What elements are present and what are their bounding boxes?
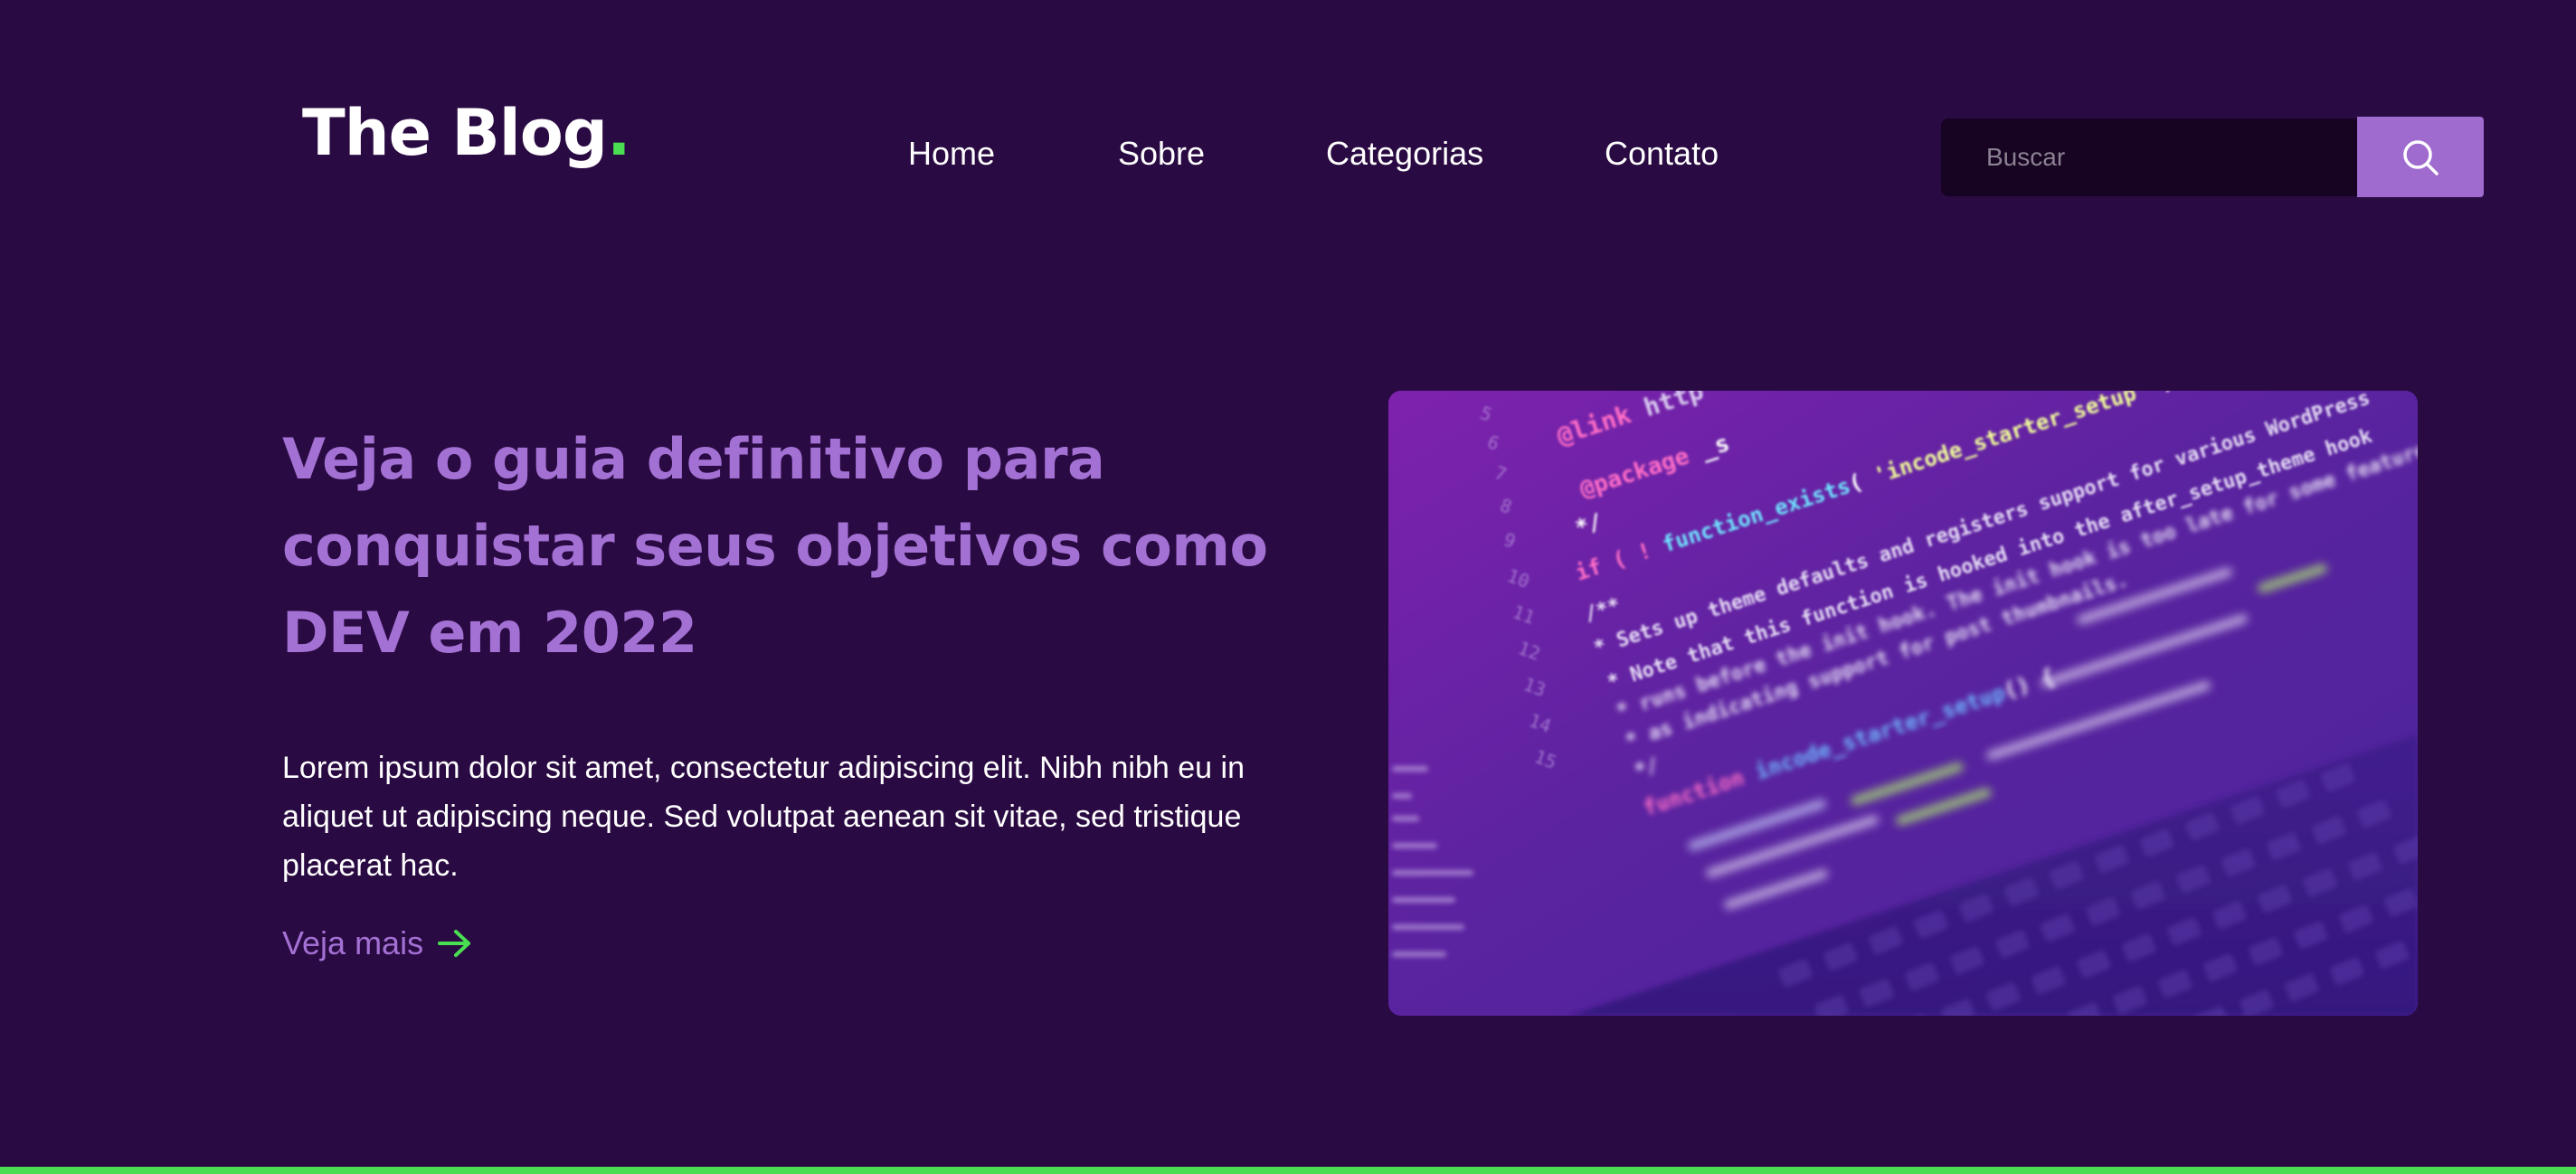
logo-text: The Blog	[302, 96, 608, 170]
search-icon	[2403, 139, 2439, 175]
code-laptop-illustration: 5 6 7 8 9 10 11 12 13 14 15 @link http @…	[1388, 391, 2418, 1016]
hero-description: Lorem ipsum dolor sit amet, consectetur …	[282, 751, 1245, 883]
page: The Blog. Home Sobre Categorias Contato …	[0, 0, 2576, 1174]
logo-dot: .	[606, 96, 631, 170]
bottom-accent-line	[0, 1167, 2576, 1174]
hero-title: Veja o guia definitivo para conquistar s…	[282, 426, 1268, 666]
nav-link-categorias[interactable]: Categorias	[1326, 131, 1483, 176]
arrow-right-icon	[438, 930, 471, 957]
nav-link-home[interactable]: Home	[908, 131, 995, 176]
search-form	[1941, 117, 2484, 197]
nav-link-sobre[interactable]: Sobre	[1118, 131, 1205, 176]
see-more-link[interactable]: Veja mais	[282, 919, 474, 968]
see-more-label: Veja mais	[282, 924, 424, 961]
search-input[interactable]	[1941, 118, 2359, 196]
nav-link-contato[interactable]: Contato	[1605, 131, 1719, 176]
site-logo[interactable]: The Blog.	[302, 92, 631, 174]
search-button[interactable]	[2357, 117, 2484, 197]
hero-image: 5 6 7 8 9 10 11 12 13 14 15 @link http @…	[1388, 391, 2418, 1016]
